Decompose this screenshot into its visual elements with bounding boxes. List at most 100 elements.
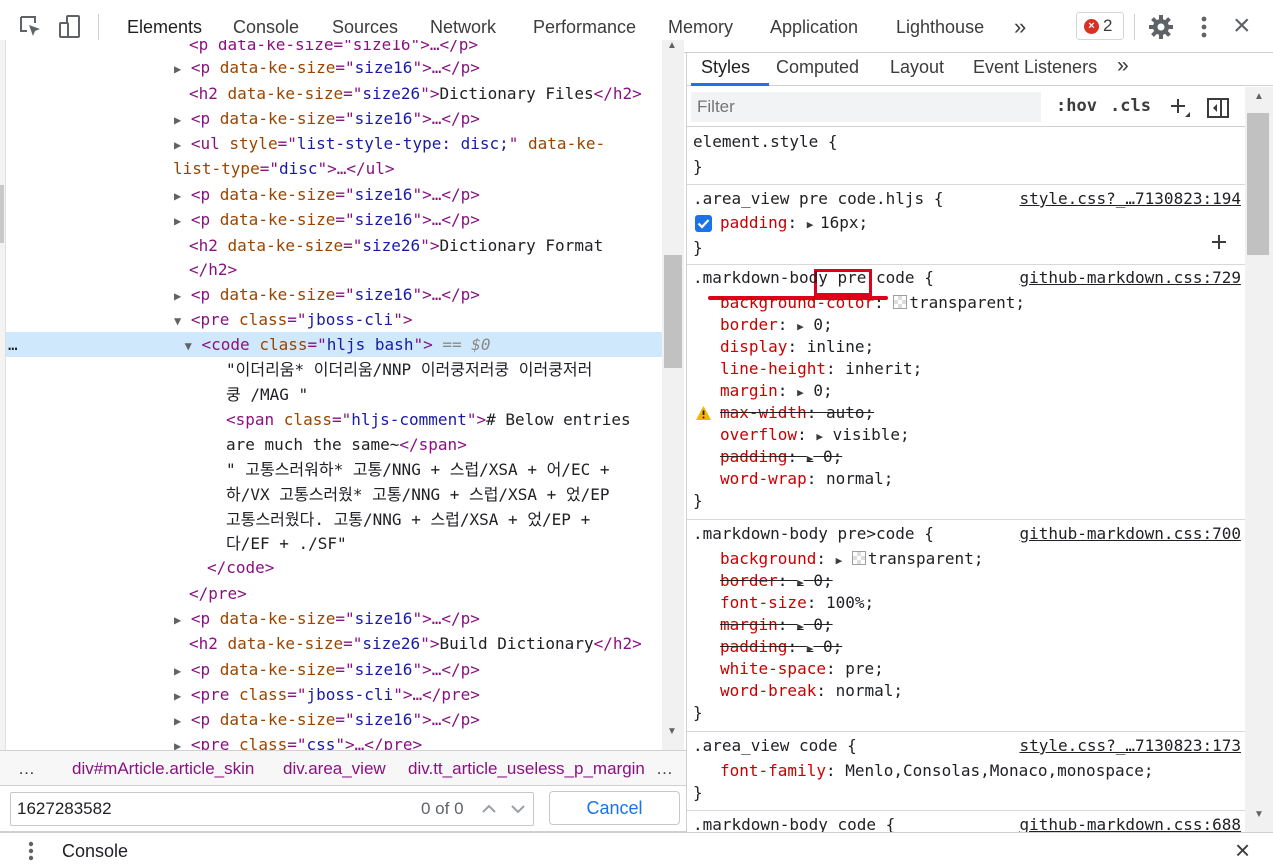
search-previous-icon[interactable] (481, 801, 497, 817)
drawer-tab-console[interactable]: Console (62, 841, 128, 862)
expand-arrow-icon[interactable]: ▶ (174, 113, 181, 127)
expand-arrow-icon[interactable]: ▶ (174, 739, 181, 750)
tab-lighthouse[interactable]: Lighthouse (896, 0, 984, 52)
style-property[interactable]: font-family: Menlo,Consolas,Monaco,monos… (720, 760, 1153, 782)
style-property-overridden[interactable]: border: ▶ 0; (720, 570, 833, 592)
expand-shorthand-icon[interactable]: ▶ (797, 320, 804, 333)
expand-shorthand-icon[interactable]: ▶ (797, 576, 804, 589)
rule-source-link[interactable]: github-markdown.css:688 (1019, 814, 1241, 832)
search-next-icon[interactable] (510, 801, 526, 817)
collapse-arrow-icon[interactable]: ▼ (174, 314, 181, 328)
dom-text-node[interactable]: 쿵 /MAG " (226, 382, 662, 407)
scroll-down-arrow-icon[interactable]: ▼ (667, 726, 677, 737)
color-swatch[interactable] (893, 295, 908, 309)
expand-arrow-icon[interactable]: ▶ (174, 289, 181, 303)
expand-shorthand-icon[interactable]: ▶ (807, 218, 814, 231)
dom-node-pre-close[interactable]: </pre> (189, 581, 662, 606)
property-enabled-checkbox[interactable] (695, 215, 712, 232)
style-rule[interactable]: .markdown-body code { github-markdown.cs… (687, 811, 1245, 832)
scroll-up-arrow-icon[interactable]: ▲ (667, 40, 677, 51)
style-property[interactable]: word-wrap: normal; (720, 468, 893, 490)
breadcrumb-overflow-right[interactable]: … (656, 759, 673, 779)
dom-node-p[interactable]: ▶ <p data-ke-size="size16">…</p> (174, 55, 662, 80)
dom-text-node[interactable]: 하/VX 고통스러웠* 고통/NNG + 스럽/XSA + 었/EP (226, 482, 662, 507)
style-property[interactable]: display: inline; (720, 336, 874, 358)
style-rule[interactable]: .markdown-body pre>code { github-markdow… (687, 520, 1245, 732)
expand-shorthand-icon[interactable]: ▶ (797, 620, 804, 633)
style-property[interactable]: border: ▶ 0; (720, 314, 833, 336)
breadcrumb-item[interactable]: div.tt_article_useless_p_margin (408, 759, 645, 779)
dom-node-p[interactable]: ▶ <p data-ke-size="size16">…</p> (174, 106, 662, 131)
expand-arrow-icon[interactable]: ▶ (174, 138, 181, 152)
rule-source-link[interactable]: style.css?_…7130823:173 (1019, 735, 1241, 757)
dom-node-h2[interactable]: <h2 data-ke-size="size26">Build Dictiona… (189, 631, 662, 656)
node-actions-icon[interactable]: … (8, 335, 19, 354)
dom-node-span[interactable]: <span class="hljs-comment"># Below entri… (226, 407, 662, 432)
close-devtools-icon[interactable]: × (1233, 8, 1251, 44)
device-toolbar-icon[interactable] (57, 14, 83, 40)
style-property-overridden[interactable]: padding: ▶ 0; (720, 636, 842, 658)
style-property[interactable]: overflow: ▶ visible; (720, 424, 910, 446)
dom-text-node[interactable]: 고통스러웠다. 고통/NNG + 스럽/XSA + 었/EP + (226, 507, 662, 532)
dom-node-pre[interactable]: ▶ <pre class="css">…</pre> (174, 732, 662, 750)
inspect-element-icon[interactable] (18, 14, 44, 40)
style-property[interactable]: background: ▶ transparent; (720, 548, 983, 570)
add-property-icon[interactable] (1211, 234, 1227, 250)
style-rule[interactable]: .markdown-body pre code { github-markdow… (687, 265, 1245, 520)
dom-node-p[interactable]: ▶ <p data-ke-size="size16">…</p> (174, 207, 662, 232)
collapse-arrow-icon[interactable]: ▼ (185, 339, 192, 353)
style-property[interactable]: line-height: inherit; (720, 358, 922, 380)
rule-source-link[interactable]: github-markdown.css:729 (1019, 267, 1241, 289)
dom-node-p[interactable]: ▶ <p data-ke-size="size16">…</p> (174, 282, 662, 307)
expand-arrow-icon[interactable]: ▶ (174, 664, 181, 678)
hover-state-toggle[interactable]: :hov (1056, 96, 1097, 116)
style-rule[interactable]: .area_view code { style.css?_…7130823:17… (687, 732, 1245, 811)
styles-filter-input[interactable] (697, 96, 1027, 118)
dom-scrollbar-track[interactable]: ▲ ▼ (662, 40, 684, 750)
tab-styles[interactable]: Styles (701, 57, 750, 78)
dom-scrollbar-thumb[interactable] (664, 255, 682, 368)
warning-icon[interactable] (695, 405, 712, 421)
expand-shorthand-icon[interactable]: ▶ (797, 386, 804, 399)
styles-scrollbar-thumb[interactable] (1247, 113, 1269, 255)
style-property-overridden[interactable]: max-width: auto; (720, 402, 874, 424)
search-input[interactable] (17, 797, 412, 821)
tab-computed[interactable]: Computed (776, 57, 859, 78)
expand-arrow-icon[interactable]: ▶ (174, 689, 181, 703)
rule-source-link[interactable]: github-markdown.css:700 (1019, 523, 1241, 545)
tab-layout[interactable]: Layout (890, 57, 944, 78)
class-toggle[interactable]: .cls (1110, 96, 1151, 116)
style-property-overridden[interactable]: padding: ▶ 0; (720, 446, 842, 468)
dom-node-pre[interactable]: ▼ <pre class="jboss-cli"> (174, 307, 662, 332)
drawer-menu-icon[interactable] (24, 840, 38, 862)
expand-arrow-icon[interactable]: ▶ (174, 714, 181, 728)
tab-application[interactable]: Application (770, 0, 858, 52)
style-property-overridden[interactable]: margin: ▶ 0; (720, 614, 833, 636)
dom-node-h2[interactable]: <h2 data-ke-size="size26">Dictionary Fil… (189, 81, 662, 106)
dom-text-node[interactable]: " 고통스러워하* 고통/NNG + 스럽/XSA + 어/EC + (226, 457, 662, 482)
more-options-icon[interactable] (1191, 14, 1217, 40)
more-tabs-button[interactable]: » (1014, 0, 1026, 52)
style-property[interactable]: background-color: transparent; (720, 292, 1025, 314)
settings-gear-icon[interactable] (1148, 14, 1174, 40)
dom-node-code-close[interactable]: </code> (207, 555, 662, 580)
error-count-badge[interactable]: × 2 (1076, 12, 1124, 40)
color-swatch[interactable] (851, 551, 866, 565)
dom-node-h2[interactable]: <h2 data-ke-size="size26">Dictionary For… (189, 233, 662, 258)
expand-arrow-icon[interactable]: ▶ (174, 189, 181, 203)
style-property[interactable]: font-size: 100%; (720, 592, 874, 614)
dom-node-code-selected[interactable]: … ▼ <code class="hljs bash"> == $0 (6, 332, 662, 357)
rule-source-link[interactable]: style.css?_…7130823:194 (1019, 188, 1241, 210)
dock-edge-handle[interactable] (0, 185, 4, 243)
expand-arrow-icon[interactable]: ▶ (174, 613, 181, 627)
dom-node-ul[interactable]: ▶ <ul style="list-style-type: disc;" dat… (174, 131, 662, 156)
dom-node-ul-cont[interactable]: list-type="disc">…</ul> (173, 156, 662, 181)
cancel-search-button[interactable]: Cancel (549, 791, 680, 825)
dom-node-span-cont[interactable]: are much the same~</span> (226, 432, 662, 457)
dom-node-p[interactable]: ▶ <p data-ke-size="size16">…</p> (174, 606, 662, 631)
dom-node-p[interactable]: ▶ <p data-ke-size="size16">…</p> (174, 707, 662, 732)
style-property[interactable]: margin: ▶ 0; (720, 380, 833, 402)
breadcrumb-overflow-left[interactable]: … (18, 759, 35, 779)
style-property[interactable]: word-break: normal; (720, 680, 903, 702)
style-property[interactable]: padding: ▶ (720, 212, 813, 234)
